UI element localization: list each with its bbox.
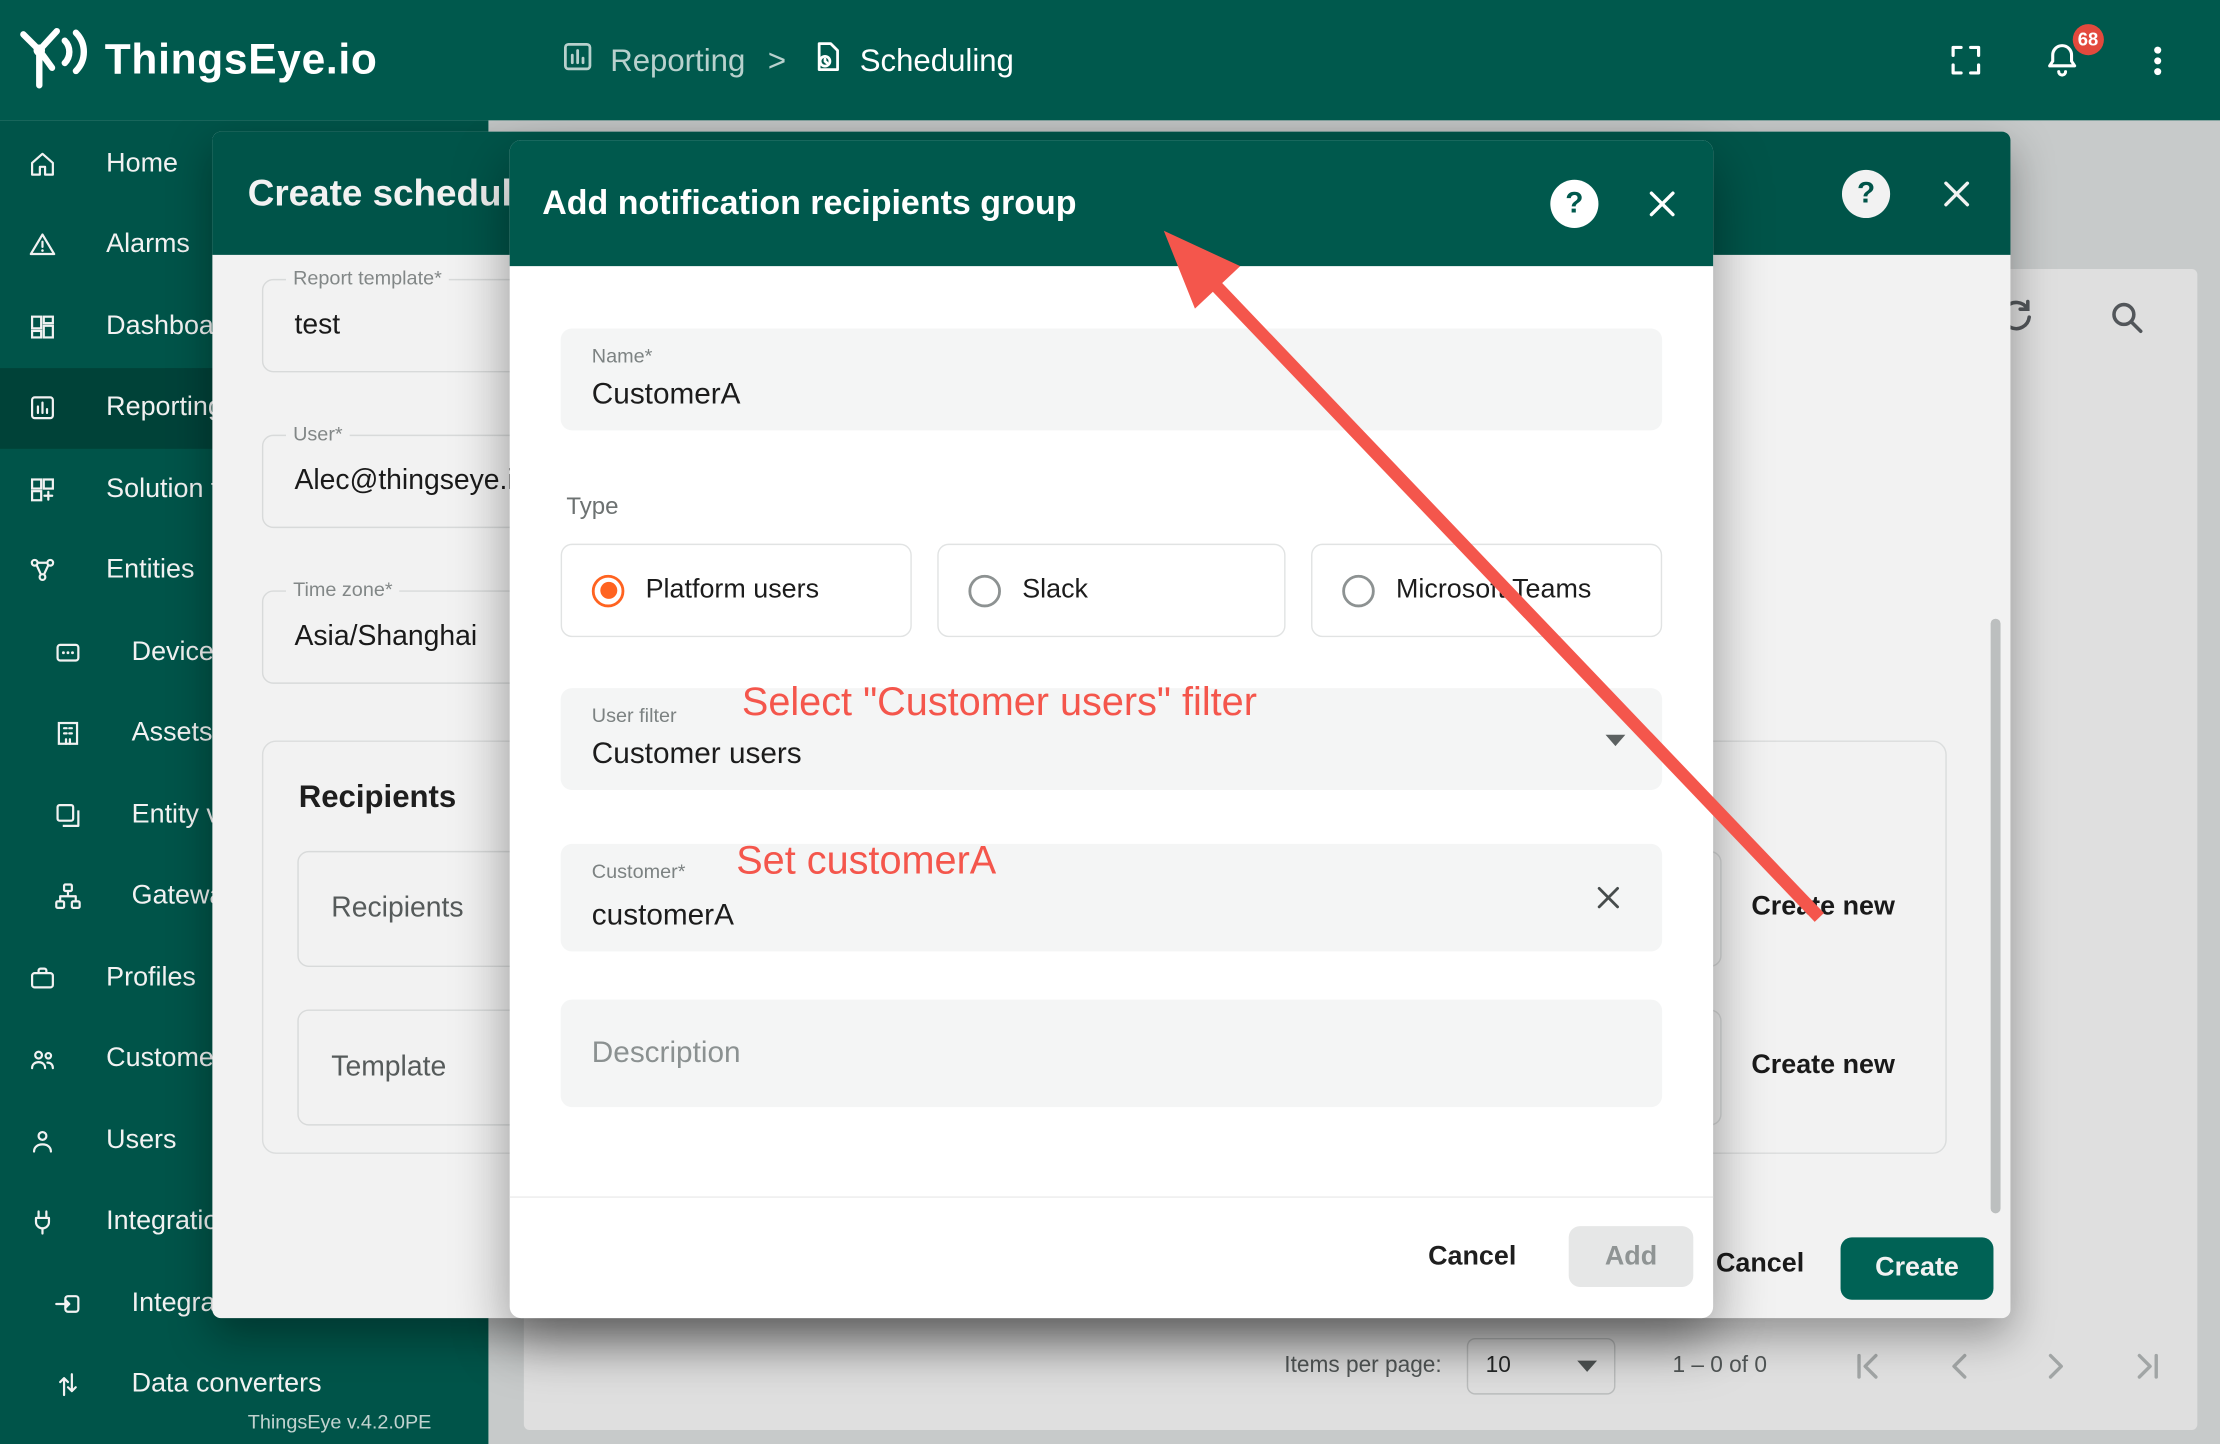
breadcrumb-separator: > [768, 42, 786, 79]
radio-unselected-icon [968, 574, 1001, 607]
radio-selected-icon [592, 574, 625, 607]
name-field[interactable]: Name* CustomerA [561, 328, 1663, 430]
close-icon[interactable] [1644, 185, 1681, 222]
add-button[interactable]: Add [1569, 1226, 1694, 1287]
help-icon[interactable] [1550, 179, 1598, 227]
description-placeholder: Description [592, 1036, 741, 1070]
turbine-logo-icon [17, 18, 93, 102]
cancel-button[interactable]: Cancel [1428, 1241, 1516, 1272]
radio-label: Platform users [646, 575, 819, 606]
logo-text: ThingsEye.io [105, 36, 378, 84]
breadcrumb: Reporting > Scheduling [559, 38, 1014, 83]
top-header: ThingsEye.io Reporting > Scheduling [0, 0, 2220, 120]
radio-label: Slack [1022, 575, 1088, 606]
radio-unselected-icon [1342, 574, 1375, 607]
customer-label: Customer* [592, 859, 686, 882]
radio-label: Microsoft Teams [1396, 575, 1591, 606]
name-label: Name* [592, 344, 653, 367]
app-logo[interactable]: ThingsEye.io [0, 18, 488, 102]
annotation-customer-note: Set customerA [736, 838, 996, 883]
customer-value: customerA [592, 899, 734, 933]
header-actions: 68 [1937, 32, 2220, 89]
add-group-dialog-footer: Cancel Add [1428, 1226, 1693, 1287]
name-value: CustomerA [592, 378, 741, 412]
clear-icon[interactable] [1591, 881, 1625, 915]
add-group-dialog-body: Name* CustomerA Type Platform users Slac… [510, 266, 1713, 1318]
radio-slack[interactable]: Slack [937, 544, 1285, 637]
description-field[interactable]: Description [561, 1000, 1663, 1108]
reporting-breadcrumb-icon [559, 38, 596, 83]
type-label: Type [566, 493, 618, 521]
breadcrumb-scheduling[interactable]: Scheduling [809, 38, 1014, 83]
radio-platform-users[interactable]: Platform users [561, 544, 912, 637]
annotation-filter-note: Select "Customer users" filter [742, 680, 1257, 725]
add-group-dialog-title: Add notification recipients group [542, 183, 1076, 223]
notifications-icon[interactable]: 68 [2033, 32, 2090, 89]
breadcrumb-reporting[interactable]: Reporting [559, 38, 745, 83]
customer-field[interactable]: Customer* customerA [561, 844, 1663, 952]
add-group-dialog-header: Add notification recipients group [510, 140, 1713, 266]
app-window: ThingsEye.io Reporting > Scheduling [0, 0, 2220, 1444]
fullscreen-icon[interactable] [1937, 32, 1994, 89]
breadcrumb-section-label: Reporting [610, 42, 745, 79]
notification-badge: 68 [2072, 23, 2104, 54]
more-vert-icon[interactable] [2129, 32, 2186, 89]
user-filter-label: User filter [592, 704, 677, 727]
radio-microsoft-teams[interactable]: Microsoft Teams [1311, 544, 1662, 637]
breadcrumb-page-label: Scheduling [860, 42, 1014, 79]
footer-divider [510, 1196, 1713, 1197]
scheduling-breadcrumb-icon [809, 38, 846, 83]
user-filter-value: Customer users [592, 738, 802, 772]
add-recipients-group-dialog: Add notification recipients group Name* … [510, 140, 1713, 1318]
chevron-down-icon [1606, 735, 1626, 746]
